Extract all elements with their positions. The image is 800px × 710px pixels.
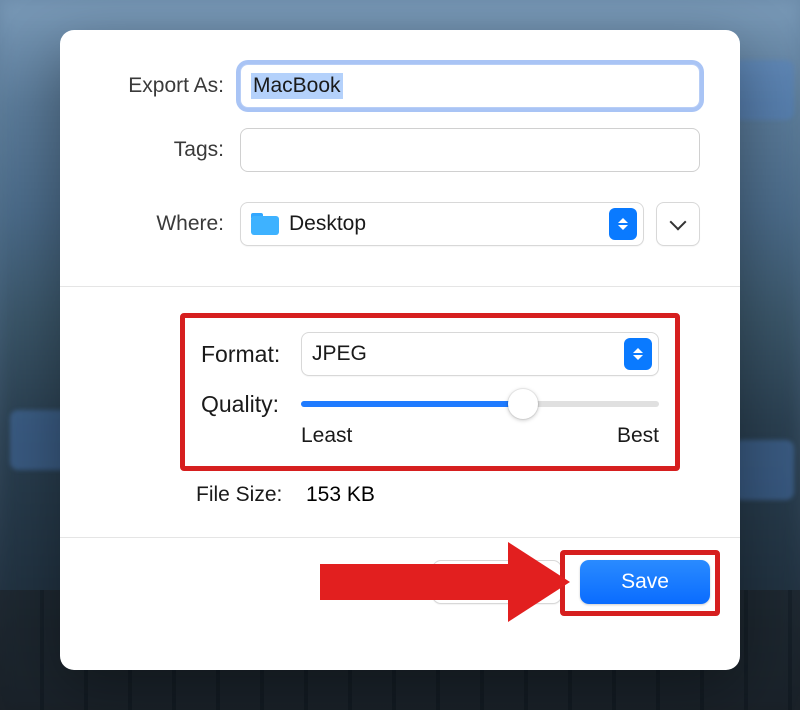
updown-stepper-icon [624,338,652,370]
tags-input[interactable] [240,128,700,172]
chevron-down-icon [670,213,687,230]
export-as-row: Export As: MacBook [100,64,700,108]
export-dialog-footer: Cancel Save [60,538,740,630]
export-as-input[interactable]: MacBook [240,64,700,108]
cancel-button[interactable]: Cancel [432,560,562,604]
where-popup[interactable]: Desktop [240,202,644,246]
slider-thumb[interactable] [508,389,538,419]
file-size-row: File Size: 153 KB [180,483,680,507]
blurred-desktop-icon [734,60,794,120]
file-size-value: 153 KB [306,483,375,507]
updown-stepper-icon [609,208,637,240]
where-row: Where: Desktop [100,202,700,246]
cancel-button-label: Cancel [464,570,529,594]
where-label: Where: [100,212,240,236]
export-dialog: Export As: MacBook Tags: Where: Desktop [60,30,740,670]
format-label: Format: [201,341,301,368]
save-button[interactable]: Save [580,560,710,604]
quality-label: Quality: [201,391,301,418]
file-size-label: File Size: [196,483,306,507]
blurred-desktop-icon [734,440,794,500]
export-as-label: Export As: [100,74,240,98]
tags-label: Tags: [100,138,240,162]
quality-slider[interactable] [301,390,659,418]
format-popup[interactable]: JPEG [301,332,659,376]
quality-best-label: Best [617,424,659,448]
format-row: Format: JPEG [201,332,659,376]
quality-row: Quality: [201,390,659,418]
export-dialog-middle-section: Format: JPEG Quality: Least [60,287,740,537]
folder-icon [251,213,279,235]
slider-fill [301,401,523,407]
export-dialog-top-section: Export As: MacBook Tags: Where: Desktop [60,30,740,286]
tags-row: Tags: [100,128,700,172]
quality-least-label: Least [301,424,352,448]
format-value: JPEG [312,342,367,366]
save-button-label: Save [621,570,669,594]
where-value: Desktop [289,212,366,236]
quality-slider-labels: Least Best [201,424,659,448]
expand-browser-button[interactable] [656,202,700,246]
annotation-highlight-format-quality: Format: JPEG Quality: Least [180,313,680,471]
export-as-value: MacBook [251,73,343,99]
